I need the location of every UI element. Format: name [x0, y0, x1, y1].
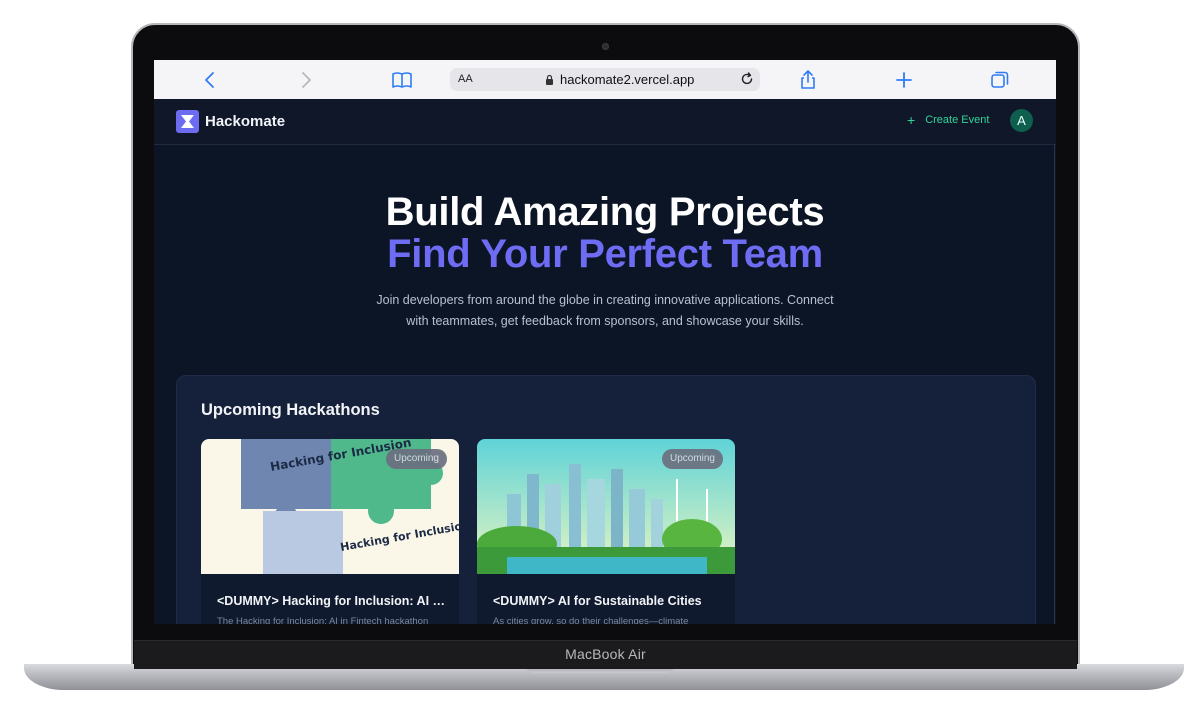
- card-description: The Hacking for Inclusion: AI in Fintech…: [217, 616, 429, 624]
- reader-aa-button[interactable]: AA: [458, 73, 473, 85]
- card-title[interactable]: <DUMMY> AI for Sustainable Cities: [493, 594, 723, 608]
- forward-icon[interactable]: [294, 68, 318, 92]
- hero-subtitle: Join developers from around the globe in…: [376, 293, 834, 328]
- status-badge: Upcoming: [385, 449, 447, 469]
- camera: [602, 43, 609, 50]
- hackathon-card[interactable]: Upcoming <DUMMY> AI for Sustainable Citi…: [477, 439, 735, 624]
- status-badge: Upcoming: [661, 449, 723, 469]
- lock-icon: [546, 74, 553, 85]
- url-text: hackomate2.vercel.app: [560, 72, 695, 87]
- user-avatar[interactable]: A: [1010, 109, 1033, 132]
- upcoming-hackathons-panel: Upcoming Hackathons Hacking for Inclusio…: [176, 375, 1036, 624]
- new-tab-icon[interactable]: [892, 68, 916, 92]
- safari-toolbar: AA hackomate2.vercel.app: [154, 60, 1056, 100]
- hero-title-line1: Build Amazing Projects: [385, 190, 825, 234]
- main-content: Build Amazing Projects Find Your Perfect…: [154, 145, 1056, 624]
- plus-icon: +: [907, 112, 916, 128]
- reload-icon[interactable]: [740, 72, 754, 86]
- back-icon[interactable]: [198, 68, 222, 92]
- brand-name[interactable]: Hackomate: [205, 113, 285, 130]
- share-icon[interactable]: [796, 68, 820, 92]
- create-event-label: Create Event: [925, 114, 990, 126]
- card-title[interactable]: <DUMMY> Hacking for Inclusion: AI in Fin…: [217, 594, 447, 608]
- hourglass-logo-icon[interactable]: [176, 110, 199, 133]
- hackathon-card[interactable]: Hacking for Inclusion Hacking for Inclus…: [201, 439, 459, 624]
- screen: AA hackomate2.vercel.app Hackomate + Cre…: [154, 60, 1056, 624]
- tabs-icon[interactable]: [988, 68, 1012, 92]
- site-navbar: Hackomate + Create Event A: [154, 99, 1056, 145]
- scrollbar-track[interactable]: [1054, 145, 1055, 624]
- laptop-model-label: MacBook Air: [565, 646, 646, 662]
- card-description: As cities grow, so do their challenges—c…: [493, 616, 689, 624]
- section-heading: Upcoming Hackathons: [201, 401, 380, 419]
- hero-title-line2: Find Your Perfect Team: [387, 232, 823, 276]
- bookmarks-icon[interactable]: [390, 68, 414, 92]
- laptop-chin: MacBook Air: [134, 640, 1077, 669]
- create-event-button[interactable]: + Create Event: [907, 112, 990, 128]
- address-bar[interactable]: AA hackomate2.vercel.app: [450, 68, 760, 91]
